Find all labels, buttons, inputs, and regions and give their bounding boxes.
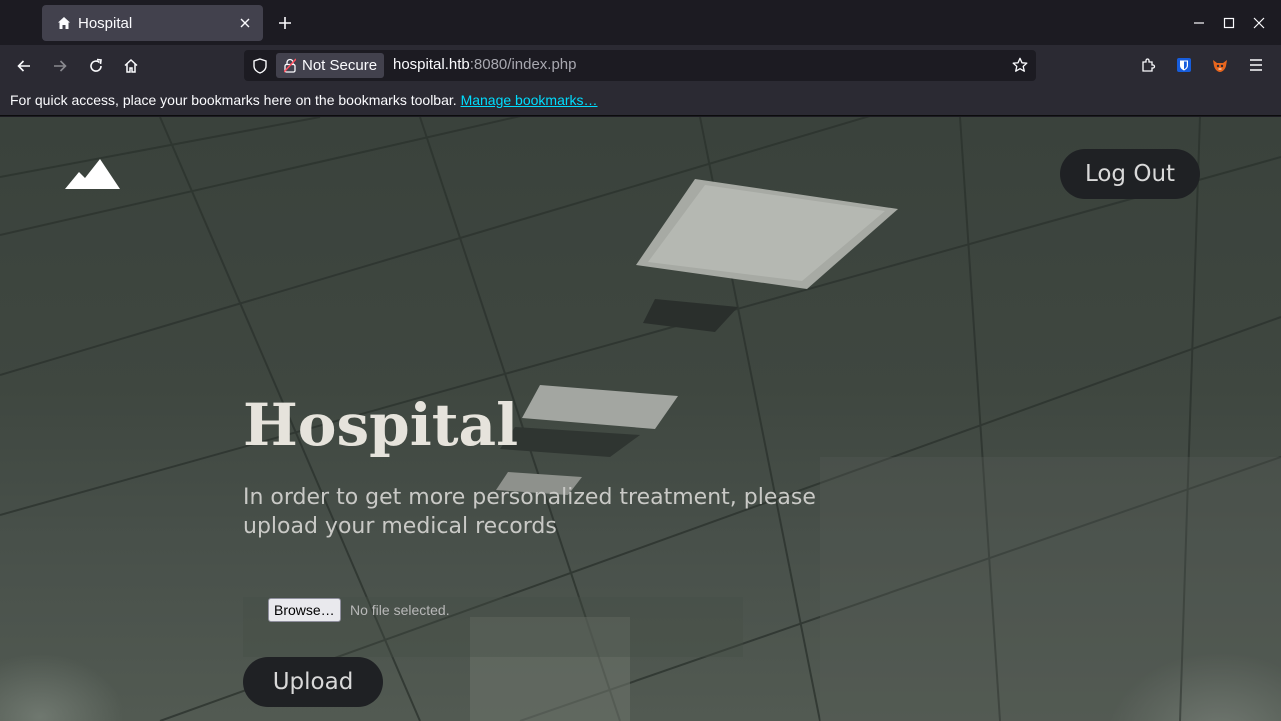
browse-button[interactable]: Browse… (268, 598, 341, 622)
lock-icon (284, 58, 298, 74)
url-host: hospital.htb (393, 56, 470, 73)
foxyproxy-icon[interactable] (1209, 54, 1231, 76)
back-icon[interactable] (11, 53, 37, 79)
maximize-icon[interactable] (1218, 12, 1240, 34)
plus-icon[interactable] (274, 12, 296, 34)
close-window-icon[interactable] (1248, 12, 1270, 34)
star-icon[interactable] (1010, 55, 1030, 75)
minimize-icon[interactable] (1188, 12, 1210, 34)
security-label: Not Secure (302, 57, 378, 74)
forward-icon[interactable] (47, 53, 73, 79)
page-subtitle: In order to get more personalized treatm… (243, 485, 816, 539)
close-icon[interactable] (237, 15, 253, 31)
logout-button[interactable]: Log Out (1060, 149, 1200, 199)
page-content: Log Out Hospital In order to get more pe… (0, 117, 1281, 721)
url-bar[interactable]: Not Secure hospital.htb:8080/index.php (244, 50, 1036, 81)
shield-icon[interactable] (250, 56, 270, 76)
reload-icon[interactable] (83, 53, 109, 79)
mountain-logo-icon[interactable] (65, 159, 120, 190)
bookmarks-message: For quick access, place your bookmarks h… (10, 92, 457, 108)
home-icon[interactable] (118, 53, 144, 79)
title-bar: Hospital (0, 0, 1281, 45)
url-path: :8080/index.php (469, 56, 577, 73)
tab-title: Hospital (78, 14, 133, 32)
url-text[interactable]: hospital.htb:8080/index.php (393, 56, 577, 73)
upload-button[interactable]: Upload (243, 657, 383, 707)
menu-icon[interactable] (1245, 54, 1267, 76)
security-indicator[interactable]: Not Secure (276, 53, 385, 78)
bookmarks-toolbar: For quick access, place your bookmarks h… (0, 86, 1281, 116)
home-icon (56, 15, 72, 31)
navigation-toolbar: Not Secure hospital.htb:8080/index.php (0, 45, 1281, 86)
file-upload-field: Browse… No file selected. (243, 597, 743, 657)
tab-hospital[interactable]: Hospital (42, 5, 263, 41)
page-title: Hospital (243, 391, 519, 459)
extensions-icon[interactable] (1137, 54, 1159, 76)
bitwarden-icon[interactable] (1173, 54, 1195, 76)
file-status: No file selected. (350, 602, 450, 618)
manage-bookmarks-link[interactable]: Manage bookmarks… (461, 92, 598, 108)
